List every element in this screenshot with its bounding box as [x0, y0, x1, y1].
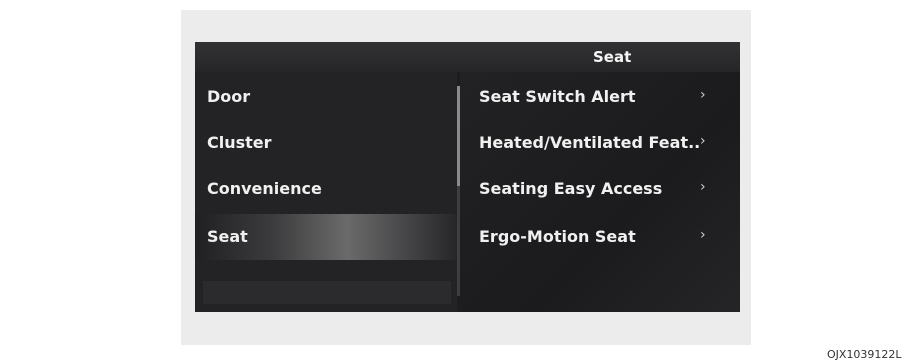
right-menu-item-label: Seat Switch Alert — [479, 87, 636, 106]
right-menu-item-seat-switch-alert[interactable]: Seat Switch Alert › — [460, 74, 740, 120]
header-title: Seat — [593, 48, 632, 66]
right-menu-item-label: Ergo-Motion Seat — [479, 227, 636, 246]
chevron-right-icon: › — [700, 227, 706, 243]
left-menu-item-seat[interactable]: Seat — [195, 214, 457, 260]
left-menu: Door Cluster Convenience Seat — [195, 72, 457, 312]
chevron-right-icon: › — [700, 133, 706, 149]
left-menu-item-label: Door — [207, 87, 251, 106]
left-menu-item-door[interactable]: Door — [195, 74, 457, 120]
right-menu: Seat Switch Alert › Heated/Ventilated Fe… — [460, 72, 740, 312]
right-menu-item-ergo-motion-seat[interactable]: Ergo-Motion Seat › — [460, 214, 740, 260]
right-menu-item-label: Seating Easy Access — [479, 179, 663, 198]
right-menu-item-heated-ventilated[interactable]: Heated/Ventilated Feat.. › — [460, 120, 740, 166]
left-menu-empty-slot — [203, 281, 451, 304]
left-menu-item-label: Cluster — [207, 133, 272, 152]
left-menu-item-convenience[interactable]: Convenience — [195, 166, 457, 212]
right-menu-item-label: Heated/Ventilated Feat.. — [479, 133, 701, 152]
header-bar: Seat — [195, 42, 740, 72]
chevron-right-icon: › — [700, 87, 706, 103]
right-menu-item-seating-easy-access[interactable]: Seating Easy Access › — [460, 166, 740, 212]
left-menu-item-label: Convenience — [207, 179, 322, 198]
chevron-right-icon: › — [700, 179, 706, 195]
figure-code-caption: OJX1039122L — [827, 348, 902, 361]
settings-screen: Seat Door Cluster Convenience Seat Seat … — [195, 42, 740, 312]
left-menu-item-cluster[interactable]: Cluster — [195, 120, 457, 166]
left-menu-item-label: Seat — [207, 227, 248, 246]
